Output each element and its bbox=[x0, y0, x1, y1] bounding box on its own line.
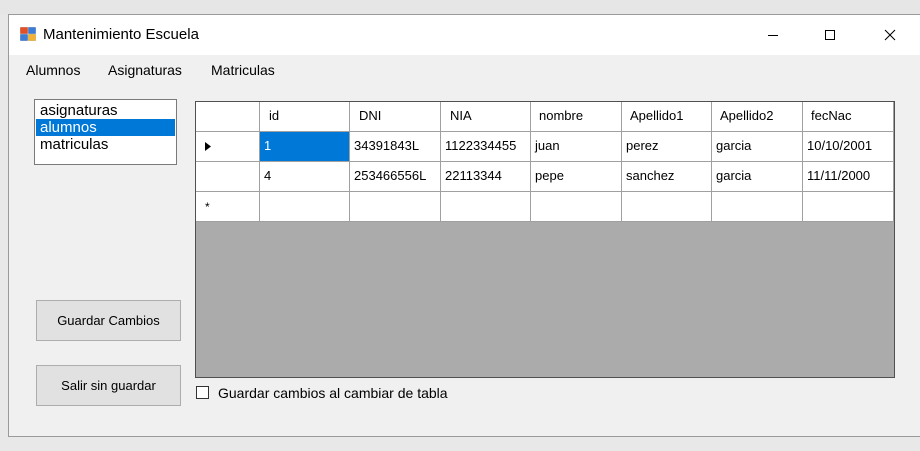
new-row-cell[interactable] bbox=[803, 192, 894, 222]
table-cell[interactable]: pepe bbox=[531, 162, 622, 192]
column-header-nombre[interactable]: nombre bbox=[531, 102, 622, 132]
main-window: Mantenimiento Escuela Alumnos Asignatura… bbox=[8, 14, 920, 437]
column-header-id[interactable]: id bbox=[260, 102, 350, 132]
row-header-current[interactable] bbox=[196, 132, 260, 162]
desktop-background bbox=[0, 0, 920, 14]
list-item-matriculas[interactable]: matriculas bbox=[36, 136, 175, 153]
window-title: Mantenimiento Escuela bbox=[43, 26, 199, 43]
table-cell[interactable]: garcia bbox=[712, 132, 803, 162]
new-row-cell[interactable] bbox=[622, 192, 712, 222]
table-cell[interactable]: 34391843L bbox=[350, 132, 441, 162]
list-item-asignaturas[interactable]: asignaturas bbox=[36, 102, 175, 119]
table-cell[interactable]: perez bbox=[622, 132, 712, 162]
column-header-dni[interactable]: DNI bbox=[350, 102, 441, 132]
table-cell[interactable]: garcia bbox=[712, 162, 803, 192]
save-on-switch-label[interactable]: Guardar cambios al cambiar de tabla bbox=[218, 385, 448, 401]
table-cell[interactable]: juan bbox=[531, 132, 622, 162]
tables-listbox[interactable]: asignaturas alumnos matriculas bbox=[34, 99, 177, 165]
table-cell[interactable]: 22113344 bbox=[441, 162, 531, 192]
table-cell[interactable]: 1 bbox=[260, 132, 350, 162]
app-icon bbox=[20, 27, 36, 41]
column-header-fecnac[interactable]: fecNac bbox=[803, 102, 894, 132]
minimize-icon bbox=[768, 35, 778, 36]
title-bar[interactable]: Mantenimiento Escuela bbox=[9, 15, 920, 55]
new-row-cell[interactable] bbox=[531, 192, 622, 222]
menu-alumnos[interactable]: Alumnos bbox=[26, 62, 80, 78]
list-item-alumnos[interactable]: alumnos bbox=[36, 119, 175, 136]
row-header[interactable] bbox=[196, 162, 260, 192]
maximize-button[interactable] bbox=[807, 15, 853, 55]
close-icon bbox=[884, 29, 896, 41]
save-changes-button[interactable]: Guardar Cambios bbox=[36, 300, 181, 341]
menu-bar: Alumnos Asignaturas Matriculas bbox=[9, 55, 920, 85]
menu-asignaturas[interactable]: Asignaturas bbox=[108, 62, 182, 78]
save-on-switch-checkbox[interactable] bbox=[196, 386, 209, 399]
column-header-apellido1[interactable]: Apellido1 bbox=[622, 102, 712, 132]
table-cell[interactable]: 253466556L bbox=[350, 162, 441, 192]
column-header-apellido2[interactable]: Apellido2 bbox=[712, 102, 803, 132]
table-cell[interactable]: 1122334455 bbox=[441, 132, 531, 162]
column-header-nia[interactable]: NIA bbox=[441, 102, 531, 132]
maximize-icon bbox=[825, 30, 835, 40]
data-grid[interactable]: id DNI NIA nombre Apellido1 Apellido2 fe… bbox=[195, 101, 895, 378]
table-cell[interactable]: 10/10/2001 bbox=[803, 132, 894, 162]
exit-without-saving-button[interactable]: Salir sin guardar bbox=[36, 365, 181, 406]
table-cell[interactable]: sanchez bbox=[622, 162, 712, 192]
new-row-header[interactable]: * bbox=[196, 192, 260, 222]
table-cell[interactable]: 11/11/2000 bbox=[803, 162, 894, 192]
new-row-cell[interactable] bbox=[350, 192, 441, 222]
new-row-cell[interactable] bbox=[441, 192, 531, 222]
new-row-cell[interactable] bbox=[260, 192, 350, 222]
current-row-arrow-icon bbox=[205, 142, 211, 151]
menu-matriculas[interactable]: Matriculas bbox=[211, 62, 275, 78]
minimize-button[interactable] bbox=[750, 15, 796, 55]
grid-corner-header[interactable] bbox=[196, 102, 260, 132]
close-button[interactable] bbox=[867, 15, 913, 55]
new-row-cell[interactable] bbox=[712, 192, 803, 222]
table-cell[interactable]: 4 bbox=[260, 162, 350, 192]
